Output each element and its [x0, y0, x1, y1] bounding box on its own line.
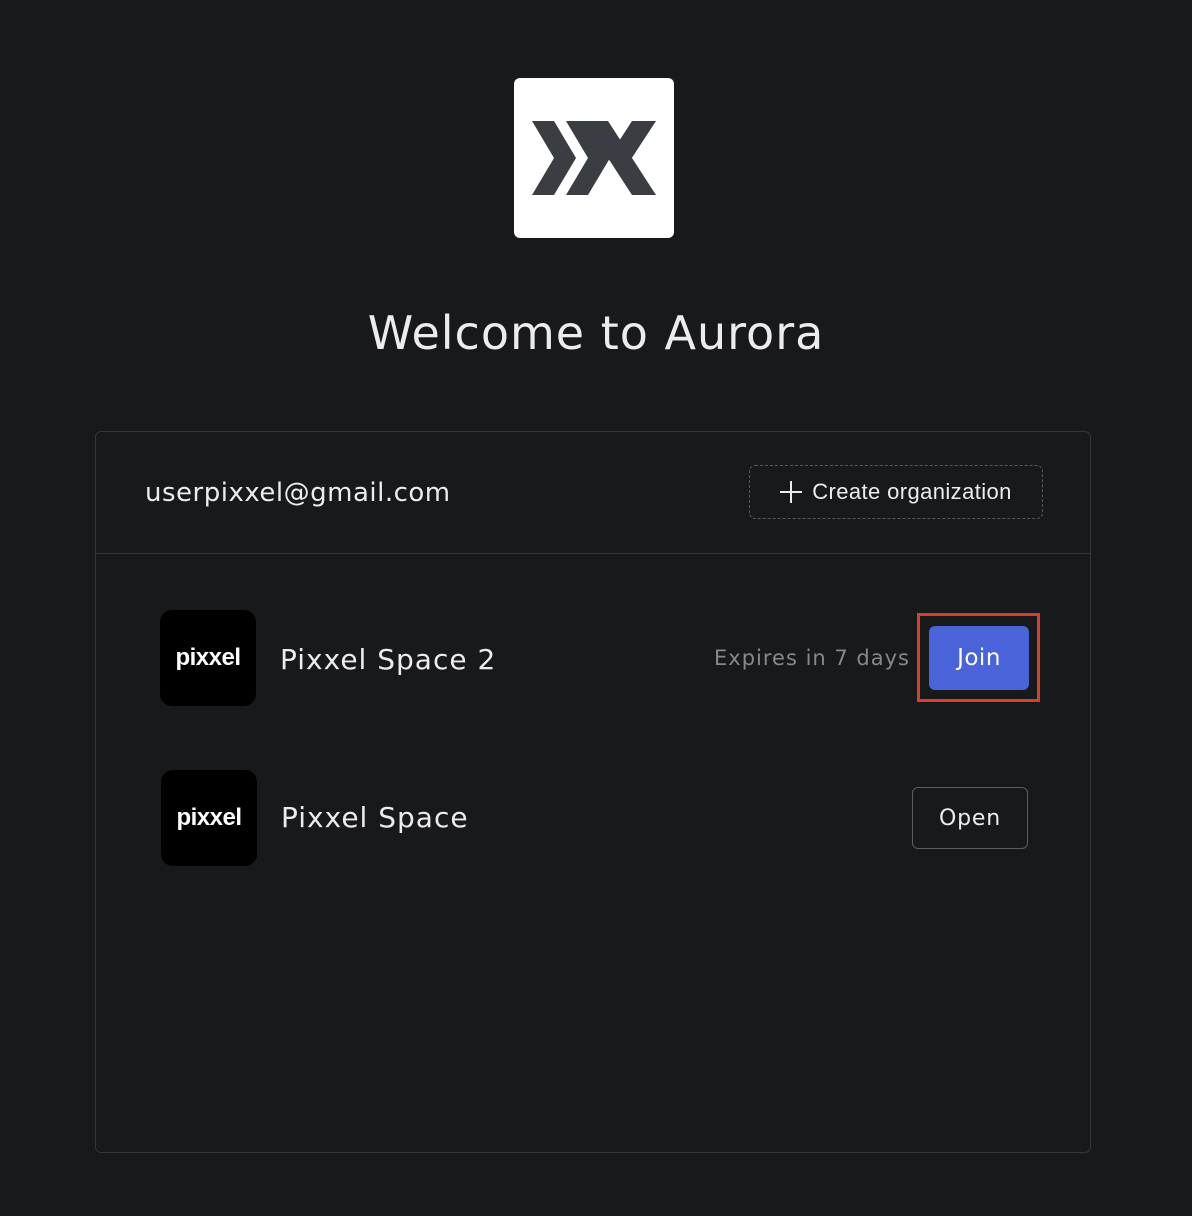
account-email: userpixxel@gmail.com [145, 478, 451, 508]
org-avatar: pixxel [160, 610, 256, 706]
organization-card: userpixxel@gmail.com Create organization… [95, 431, 1091, 1153]
welcome-page: Welcome to Aurora userpixxel@gmail.com C… [0, 0, 1192, 1216]
org-name: Pixxel Space 2 [280, 643, 497, 676]
aurora-logo-icon [532, 121, 656, 195]
org-row-pixxel-space-2: pixxel Pixxel Space 2 Expires in 7 days … [96, 610, 1090, 706]
page-title: Welcome to Aurora [367, 306, 825, 360]
pixxel-logo-text: pixxel [175, 644, 241, 671]
aurora-logo [514, 78, 674, 238]
create-organization-button[interactable]: Create organization [749, 465, 1043, 519]
org-avatar: pixxel [161, 770, 257, 866]
card-header: userpixxel@gmail.com Create organization [96, 432, 1090, 554]
plus-icon [780, 481, 803, 503]
invite-expiry-text: Expires in 7 days [714, 646, 910, 670]
create-organization-label: Create organization [812, 479, 1012, 504]
org-name: Pixxel Space [281, 801, 469, 834]
open-button[interactable]: Open [912, 787, 1028, 849]
org-row-pixxel-space: pixxel Pixxel Space Open [96, 770, 1090, 866]
join-button[interactable]: Join [929, 626, 1029, 690]
pixxel-logo-text: pixxel [176, 804, 242, 831]
